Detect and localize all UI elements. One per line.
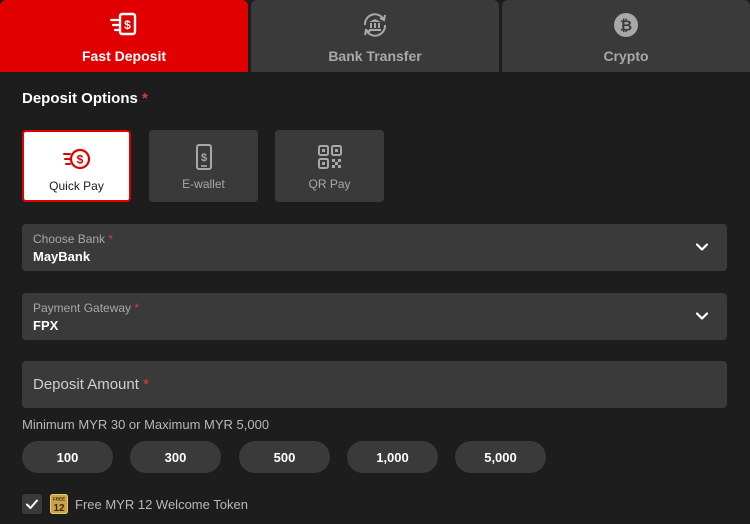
option-label: E-wallet [182,177,225,191]
bitcoin-icon: ₿ [611,10,641,40]
tab-label: Bank Transfer [328,48,422,64]
svg-text:₿: ₿ [620,18,632,35]
chevron-down-icon [695,243,709,251]
deposit-options-title-text: Deposit Options [22,90,138,107]
promo-checkbox[interactable] [22,494,42,514]
free-token-badge-icon: FREE 12 [50,494,68,514]
quick-amount-button[interactable]: 100 [22,441,113,473]
required-mark: * [134,301,140,315]
required-mark: * [142,90,148,107]
bank-transfer-icon [360,10,390,40]
amount-limits-text: Minimum MYR 30 or Maximum MYR 5,000 [22,417,270,432]
deposit-amount-placeholder-text: Deposit Amount [33,376,139,393]
option-qr-pay[interactable]: QR Pay [275,130,384,202]
ewallet-icon: $ [190,143,218,171]
tab-label: Crypto [603,48,649,64]
tab-bank-transfer[interactable]: Bank Transfer [251,0,499,72]
choose-bank-select[interactable]: Choose Bank * MayBank [22,224,727,271]
option-label: Quick Pay [49,179,104,193]
promo-text: Free MYR 12 Welcome Token [75,496,248,512]
required-mark: * [108,232,114,246]
option-label: QR Pay [308,177,351,191]
svg-text:$: $ [200,152,206,164]
svg-text:$: $ [124,18,131,32]
tab-fast-deposit[interactable]: $ Fast Deposit [0,0,248,72]
quick-amount-button[interactable]: 500 [239,441,330,473]
fast-money-icon: $ [109,10,139,40]
tab-label: Fast Deposit [81,48,166,64]
quick-amount-button[interactable]: 1,000 [347,441,438,473]
tab-crypto[interactable]: ₿ Crypto [502,0,750,72]
choose-bank-value: MayBank [33,249,91,264]
deposit-amount-input[interactable]: Deposit Amount * [22,361,727,408]
option-quick-pay[interactable]: $ Quick Pay [22,130,131,202]
payment-gateway-label-text: Payment Gateway [33,301,132,315]
deposit-options-title: Deposit Options * [22,90,148,107]
checkmark-icon [26,499,38,509]
svg-text:12: 12 [53,503,65,514]
choose-bank-label: Choose Bank * [33,232,113,246]
chevron-down-icon [695,312,709,320]
payment-gateway-value: FPX [33,318,59,333]
quick-pay-icon: $ [62,145,91,173]
svg-text:$: $ [76,153,83,167]
deposit-method-tabs: $ Fast Deposit Bank Transfer ₿ Crypto [0,0,750,72]
payment-gateway-label: Payment Gateway * [33,301,139,315]
required-mark: * [143,376,149,393]
quick-amount-button[interactable]: 300 [130,441,221,473]
choose-bank-label-text: Choose Bank [33,232,106,246]
svg-text:FREE: FREE [53,497,65,502]
qr-icon [316,143,344,171]
option-ewallet[interactable]: $ E-wallet [149,130,258,202]
welcome-token-promo: FREE 12 Free MYR 12 Welcome Token [22,493,248,515]
payment-gateway-select[interactable]: Payment Gateway * FPX [22,293,727,340]
deposit-amount-placeholder: Deposit Amount * [33,376,149,393]
quick-amount-button[interactable]: 5,000 [455,441,546,473]
